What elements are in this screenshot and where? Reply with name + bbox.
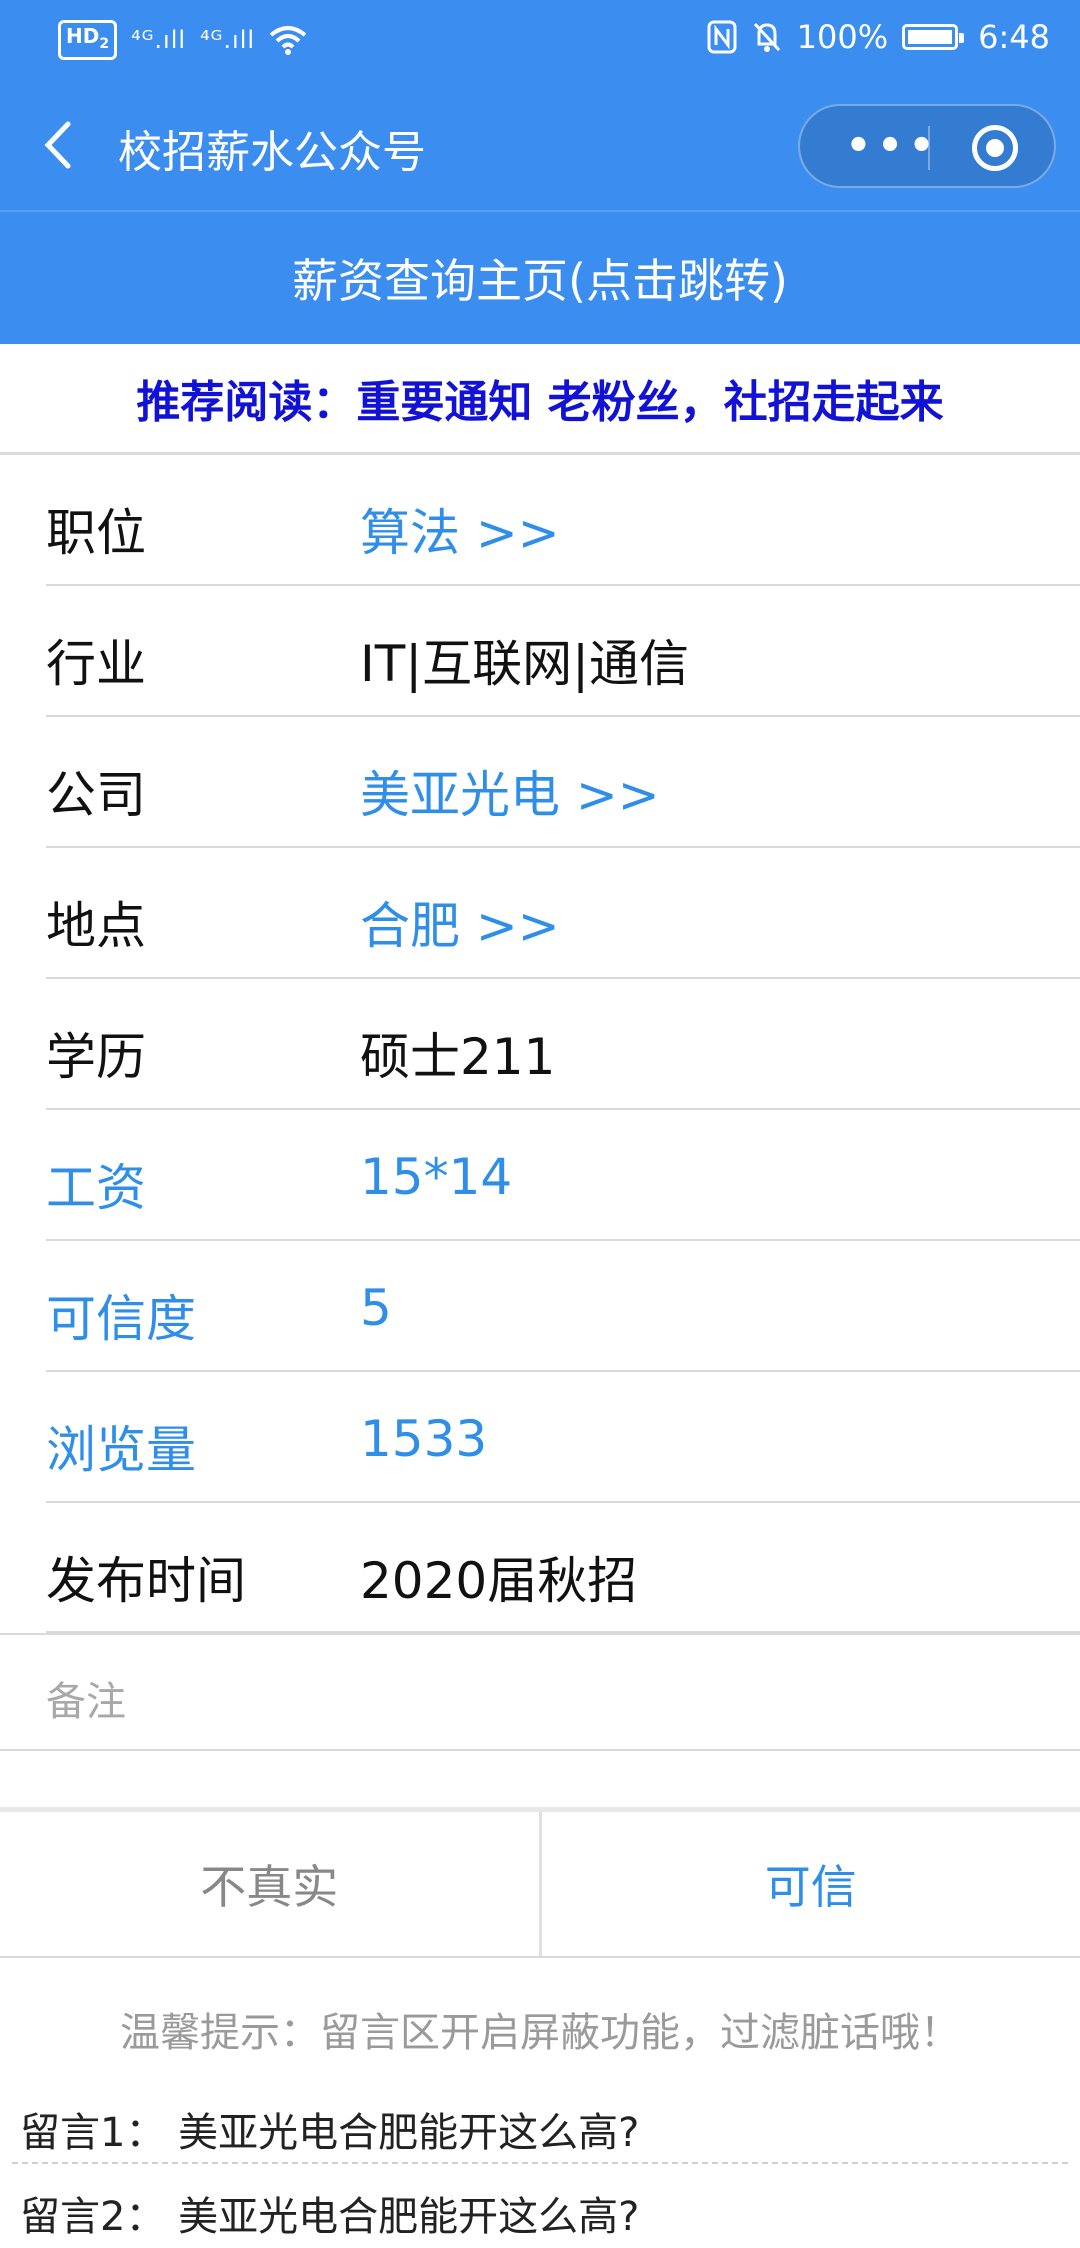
comment-item: 留言1： 美亚光电合肥能开这么高?: [0, 2080, 1080, 2164]
more-icon[interactable]: •••: [838, 126, 948, 166]
position-label: 职位: [46, 493, 146, 565]
cell-signal-icon: ⁴ᴳ.ıll: [131, 26, 186, 54]
comment-item: 留言2： 美亚光电合肥能开这么高?: [0, 2164, 1080, 2248]
credible-button[interactable]: 可信: [542, 1812, 1080, 1956]
comment-text: 留言1： 美亚光电合肥能开这么高?: [20, 2100, 639, 2158]
close-target-icon[interactable]: [972, 125, 1018, 171]
spacer: [0, 1751, 1080, 1807]
wifi-icon: [269, 25, 307, 55]
row-salary: 工资 15*14: [0, 1110, 1080, 1241]
nfc-icon: [707, 20, 737, 54]
not-true-button[interactable]: 不真实: [0, 1812, 542, 1956]
row-position[interactable]: 职位 算法 >>: [0, 455, 1080, 586]
salary-label: 工资: [46, 1148, 146, 1220]
row-location[interactable]: 地点 合肥 >>: [0, 848, 1080, 979]
salary-home-link[interactable]: 薪资查询主页(点击跳转): [0, 210, 1080, 344]
back-arrow-icon[interactable]: [40, 120, 74, 170]
remarks-label: 备注: [46, 1669, 126, 1727]
publish-time-value: 2020届秋招: [360, 1541, 637, 1613]
mute-bell-icon: [751, 20, 783, 54]
cell-signal-icon-2: ⁴ᴳ.ıll: [200, 26, 255, 54]
page-title: 校招薪水公众号: [118, 116, 426, 180]
status-bar: HD2 ⁴ᴳ.ıll ⁴ᴳ.ıll 100% 6:48: [0, 0, 1080, 80]
top-bar: HD2 ⁴ᴳ.ıll ⁴ᴳ.ıll 100% 6:48: [0, 0, 1080, 210]
education-value: 硕士211: [360, 1017, 555, 1089]
salary-value: 15*14: [360, 1148, 512, 1206]
row-company[interactable]: 公司 美亚光电 >>: [0, 717, 1080, 848]
views-label: 浏览量: [46, 1410, 196, 1482]
comment-text: 留言2： 美亚光电合肥能开这么高?: [20, 2184, 639, 2242]
battery-icon: [902, 24, 958, 50]
warm-tip: 温馨提示：留言区开启屏蔽功能，过滤脏话哦！: [0, 2000, 1080, 2058]
row-credibility: 可信度 5: [0, 1241, 1080, 1372]
company-value-link[interactable]: 美亚光电 >>: [360, 755, 660, 827]
industry-label: 行业: [46, 624, 146, 696]
credibility-label: 可信度: [46, 1279, 196, 1351]
battery-percent: 100%: [797, 18, 888, 56]
industry-value: IT|互联网|通信: [360, 624, 689, 696]
views-value: 1533: [360, 1410, 487, 1468]
publish-time-label: 发布时间: [46, 1541, 246, 1613]
company-label: 公司: [46, 755, 146, 827]
vote-buttons: 不真实 可信: [0, 1807, 1080, 1958]
position-value-link[interactable]: 算法 >>: [360, 493, 560, 565]
credibility-value: 5: [360, 1279, 392, 1337]
row-education: 学历 硕士211: [0, 979, 1080, 1110]
location-label: 地点: [46, 886, 146, 958]
miniprogram-capsule: •••: [798, 104, 1056, 188]
education-label: 学历: [46, 1017, 146, 1089]
nav-bar: 校招薪水公众号 •••: [0, 80, 1080, 210]
row-industry: 行业 IT|互联网|通信: [0, 586, 1080, 717]
hd-badge: HD2: [58, 20, 117, 60]
clock-time: 6:48: [978, 18, 1050, 56]
job-detail-list: 职位 算法 >> 行业 IT|互联网|通信 公司 美亚光电 >> 地点 合肥 >…: [0, 455, 1080, 1633]
row-publish-time: 发布时间 2020届秋招: [0, 1503, 1080, 1633]
remarks-row: 备注: [0, 1633, 1080, 1751]
location-value-link[interactable]: 合肥 >>: [360, 886, 560, 958]
capsule-divider: [928, 126, 930, 170]
recommend-reading-link[interactable]: 推荐阅读：重要通知 老粉丝，社招走起来: [0, 344, 1080, 455]
row-views: 浏览量 1533: [0, 1372, 1080, 1503]
